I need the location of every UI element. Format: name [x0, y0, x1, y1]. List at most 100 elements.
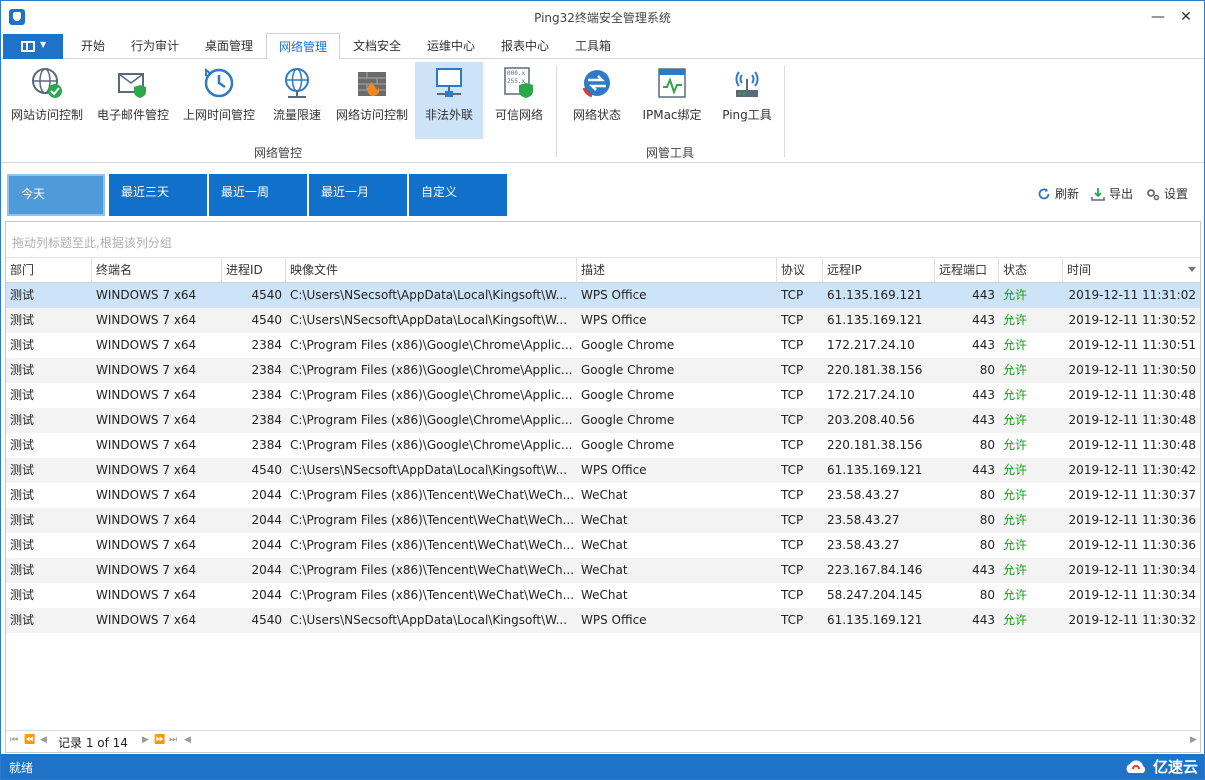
group-by-panel[interactable]: 拖动列标题至此,根据该列分组 — [6, 222, 1200, 258]
tab-network[interactable]: 网络管理 — [266, 33, 341, 60]
table-row[interactable]: 测试 WINDOWS 7 x64 2384 C:\Program Files (x86… — [6, 408, 1200, 433]
settings-button[interactable]: 设置 — [1146, 185, 1188, 202]
column-header-remote-port[interactable]: 远程端口 — [935, 258, 999, 282]
cell-status: 允许 — [1003, 338, 1028, 352]
last-page-icon[interactable]: ⏭ — [169, 735, 177, 745]
column-header-status[interactable]: 状态 — [999, 258, 1063, 282]
prev-page-block-icon[interactable]: ⏪ — [24, 735, 35, 745]
grid-rows: 测试 WINDOWS 7 x64 4540 C:\Users\NSecsoft\App… — [6, 283, 1200, 633]
window-title: Ping32终端安全管理系统 — [534, 11, 671, 25]
cell-remote-ip: 220.181.38.156 — [827, 438, 923, 452]
range-last-3-days-button[interactable]: 最近三天 — [109, 174, 207, 216]
cell-pid: 4540 — [251, 463, 282, 477]
column-header-pid[interactable]: 进程ID — [222, 258, 286, 282]
column-header-protocol[interactable]: 协议 — [777, 258, 823, 282]
ribbon-network-access-control[interactable]: 网络访问控制 — [333, 62, 411, 139]
tab-behavior-audit[interactable]: 行为审计 — [119, 33, 191, 59]
scroll-right-icon[interactable]: ▶ — [1190, 735, 1197, 745]
table-row[interactable]: 测试 WINDOWS 7 x64 2044 C:\Program Files (x86… — [6, 483, 1200, 508]
column-header-terminal[interactable]: 终端名 — [92, 258, 222, 282]
cell-time: 2019-12-11 11:30:48 — [1068, 388, 1196, 402]
table-row[interactable]: 测试 WINDOWS 7 x64 2044 C:\Program Files (x86… — [6, 533, 1200, 558]
column-header-time[interactable]: 时间 — [1063, 258, 1200, 282]
table-row[interactable]: 测试 WINDOWS 7 x64 2044 C:\Program Files (x86… — [6, 508, 1200, 533]
ribbon-website-control[interactable]: 网站访问控制 — [7, 62, 87, 139]
table-row[interactable]: 测试 WINDOWS 7 x64 4540 C:\Users\NSecsoft\App… — [6, 308, 1200, 333]
table-row[interactable]: 测试 WINDOWS 7 x64 2384 C:\Program Files (x86… — [6, 433, 1200, 458]
ribbon-network-status[interactable]: 网络状态 — [567, 62, 627, 139]
cell-image-file: C:\Program Files (x86)\Google\Chrome\App… — [290, 388, 573, 402]
tab-document-security[interactable]: 文档安全 — [341, 33, 413, 59]
column-header-image-file[interactable]: 映像文件 — [286, 258, 577, 282]
first-page-icon[interactable]: ⏮ — [10, 735, 18, 745]
table-row[interactable]: 测试 WINDOWS 7 x64 2044 C:\Program Files (x86… — [6, 583, 1200, 608]
column-header-department[interactable]: 部门 — [6, 258, 92, 282]
cell-terminal: WINDOWS 7 x64 — [96, 438, 197, 452]
grid-pager: ⏮ ⏪ ◀ 记录 1 of 14 ▶ ⏩ ⏭ ◀ ▶ — [6, 730, 1200, 752]
column-header-remote-ip[interactable]: 远程IP — [823, 258, 935, 282]
date-range-bar: 今天 最近三天 最近一周 最近一月 自定义 刷新 导出 设置 — [1, 163, 1204, 219]
export-button[interactable]: 导出 — [1091, 185, 1133, 202]
cell-image-file: C:\Program Files (x86)\Tencent\WeChat\We… — [290, 513, 575, 527]
cell-status: 允许 — [1003, 288, 1028, 302]
cell-description: Google Chrome — [581, 363, 675, 377]
scroll-left-icon[interactable]: ◀ — [184, 735, 191, 745]
cell-department: 测试 — [10, 438, 35, 452]
cell-remote-port: 80 — [979, 438, 995, 452]
range-last-week-button[interactable]: 最近一周 — [209, 174, 307, 216]
tab-report-center[interactable]: 报表中心 — [489, 33, 561, 59]
table-row[interactable]: 测试 WINDOWS 7 x64 4540 C:\Users\NSecsoft\App… — [6, 608, 1200, 633]
tab-desktop[interactable]: 桌面管理 — [193, 33, 265, 59]
table-row[interactable]: 测试 WINDOWS 7 x64 4540 C:\Users\NSecsoft\App… — [6, 283, 1200, 308]
next-page-icon[interactable]: ▶ — [142, 735, 149, 745]
cell-status: 允许 — [1003, 513, 1028, 527]
cell-time: 2019-12-11 11:30:36 — [1068, 538, 1196, 552]
ribbon-label: 电子邮件管控 — [96, 108, 169, 122]
cell-department: 测试 — [10, 338, 35, 352]
table-row[interactable]: 测试 WINDOWS 7 x64 4540 C:\Users\NSecsoft\App… — [6, 458, 1200, 483]
cell-time: 2019-12-11 11:30:36 — [1068, 513, 1196, 527]
cell-status: 允许 — [1003, 313, 1028, 327]
export-label: 导出 — [1109, 187, 1134, 201]
ribbon-traffic-limit[interactable]: 流量限速 — [265, 62, 329, 139]
table-row[interactable]: 测试 WINDOWS 7 x64 2044 C:\Program Files (x86… — [6, 558, 1200, 583]
cell-image-file: C:\Program Files (x86)\Google\Chrome\App… — [290, 363, 573, 377]
cell-time: 2019-12-11 11:31:02 — [1068, 288, 1196, 302]
ribbon-illegal-outbound[interactable]: 非法外联 — [415, 62, 483, 139]
cell-status: 允许 — [1003, 613, 1028, 627]
cell-protocol: TCP — [781, 338, 804, 352]
cell-pid: 2044 — [251, 488, 282, 502]
cell-remote-port: 443 — [972, 463, 995, 477]
ribbon-email-control[interactable]: 电子邮件管控 — [93, 62, 173, 139]
column-header-description[interactable]: 描述 — [577, 258, 777, 282]
range-today-button[interactable]: 今天 — [7, 174, 105, 216]
cell-pid: 2044 — [251, 563, 282, 577]
minimize-button[interactable]: — — [1147, 7, 1169, 27]
range-custom-button[interactable]: 自定义 — [409, 174, 507, 216]
refresh-button[interactable]: 刷新 — [1037, 185, 1079, 202]
close-button[interactable]: ✕ — [1175, 7, 1197, 27]
ribbon-online-time-control[interactable]: 上网时间管控 — [179, 62, 259, 139]
range-last-month-button[interactable]: 最近一月 — [309, 174, 407, 216]
next-page-block-icon[interactable]: ⏩ — [154, 735, 165, 745]
prev-page-icon[interactable]: ◀ — [40, 735, 47, 745]
table-row[interactable]: 测试 WINDOWS 7 x64 2384 C:\Program Files (x86… — [6, 358, 1200, 383]
cell-terminal: WINDOWS 7 x64 — [96, 313, 197, 327]
table-row[interactable]: 测试 WINDOWS 7 x64 2384 C:\Program Files (x86… — [6, 333, 1200, 358]
tab-toolbox[interactable]: 工具箱 — [563, 33, 623, 59]
cell-department: 测试 — [10, 288, 35, 302]
cell-remote-port: 443 — [972, 313, 995, 327]
tab-start[interactable]: 开始 — [69, 33, 117, 59]
app-menu-button[interactable]: ▼ — [3, 34, 63, 59]
cell-remote-port: 443 — [972, 338, 995, 352]
ribbon-ipmac-binding[interactable]: IPMac绑定 — [637, 62, 707, 139]
ribbon-ping-tool[interactable]: Ping工具 — [717, 62, 777, 139]
refresh-label: 刷新 — [1055, 187, 1080, 201]
ribbon-trusted-network[interactable]: 000.x 255.x 可信网络 — [489, 62, 549, 139]
cell-pid: 4540 — [251, 288, 282, 302]
cell-status: 允许 — [1003, 563, 1028, 577]
cell-department: 测试 — [10, 488, 35, 502]
table-row[interactable]: 测试 WINDOWS 7 x64 2384 C:\Program Files (x86… — [6, 383, 1200, 408]
tab-ops-center[interactable]: 运维中心 — [415, 33, 487, 59]
cell-image-file: C:\Program Files (x86)\Tencent\WeChat\We… — [290, 563, 575, 577]
